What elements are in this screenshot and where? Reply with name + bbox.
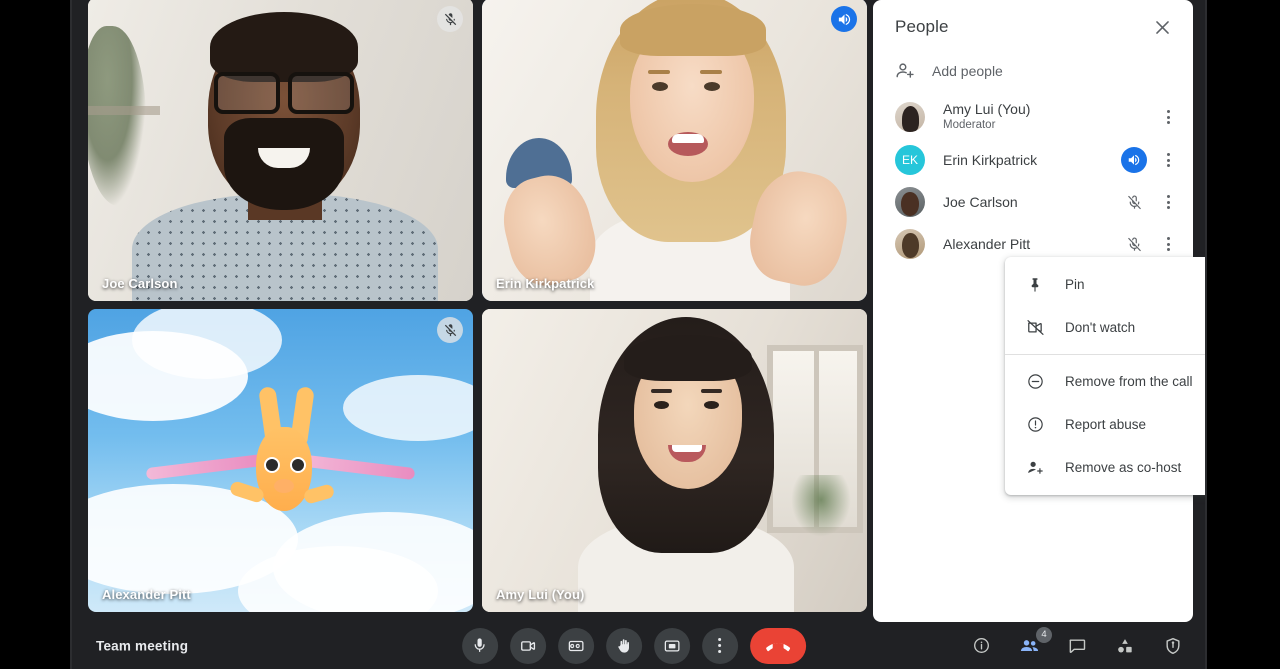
person-names: Joe Carlson [943, 194, 1121, 211]
person-names: Erin Kirkpatrick [943, 152, 1121, 169]
remove-circle-icon [1021, 372, 1049, 391]
mic-off-icon [437, 6, 463, 32]
tile-name-label: Amy Lui (You) [496, 587, 585, 602]
person-names: Alexander Pitt [943, 236, 1121, 253]
video-tile-erin-kirkpatrick[interactable]: Erin Kirkpatrick [482, 0, 867, 301]
avatar [895, 229, 925, 259]
video-feed-avatar [88, 309, 473, 612]
menu-item-report-abuse[interactable]: Report abuse [1005, 403, 1205, 446]
mic-off-icon [437, 317, 463, 343]
captions-button[interactable] [557, 627, 594, 664]
present-button[interactable] [653, 627, 690, 664]
right-controls: 4 [967, 626, 1187, 660]
tile-name-label: Joe Carlson [102, 276, 178, 291]
video-feed [482, 309, 867, 612]
menu-item-label: Pin [1065, 277, 1085, 292]
menu-item-label: Remove as co-host [1065, 460, 1182, 475]
menu-divider [1005, 354, 1205, 355]
tile-name-label: Erin Kirkpatrick [496, 276, 595, 291]
speaking-icon[interactable] [1121, 147, 1147, 173]
person-remove-icon [1021, 458, 1049, 477]
activities-button[interactable] [1111, 632, 1139, 660]
mic-off-icon [1121, 189, 1147, 215]
menu-item-remove-as-cohost[interactable]: Remove as co-host [1005, 446, 1205, 489]
google-meet-window: Joe Carlson Erin Kirkpatrick Alexander P… [70, 0, 1207, 669]
more-vert-icon[interactable] [1153, 145, 1183, 175]
person-names: Amy Lui (You) Moderator [943, 101, 1147, 133]
menu-item-remove-from-call[interactable]: Remove from the call [1005, 360, 1205, 403]
mic-off-icon [1121, 231, 1147, 257]
tile-name-label: Alexander Pitt [102, 587, 191, 602]
participant-count-badge: 4 [1036, 626, 1052, 643]
end-call-button[interactable] [749, 627, 806, 664]
menu-item-dont-watch[interactable]: Don't watch [1005, 306, 1205, 349]
menu-item-label: Remove from the call [1065, 374, 1193, 389]
close-icon[interactable] [1145, 10, 1179, 44]
person-row-erin-kirkpatrick[interactable]: EK Erin Kirkpatrick [873, 139, 1193, 181]
video-off-icon [1021, 318, 1049, 337]
person-add-icon [895, 60, 916, 81]
center-controls [461, 627, 806, 664]
report-icon [1021, 415, 1049, 434]
more-vert-icon[interactable] [1153, 187, 1183, 217]
person-name: Joe Carlson [943, 193, 1018, 210]
avatar [895, 102, 925, 132]
video-tile-alexander-pitt[interactable]: Alexander Pitt [88, 309, 473, 612]
video-tile-joe-carlson[interactable]: Joe Carlson [88, 0, 473, 301]
meeting-title: Team meeting [96, 638, 189, 653]
screen-letterbox: Joe Carlson Erin Kirkpatrick Alexander P… [0, 0, 1280, 669]
person-row-joe-carlson[interactable]: Joe Carlson [873, 181, 1193, 223]
avatar [895, 187, 925, 217]
pin-icon [1021, 276, 1049, 294]
video-grid: Joe Carlson Erin Kirkpatrick Alexander P… [72, 0, 877, 622]
panel-header: People [873, 0, 1193, 54]
add-people-button[interactable]: Add people [873, 54, 1193, 95]
microphone-button[interactable] [461, 627, 498, 664]
bottom-toolbar: Team meeting 4 [72, 622, 1205, 669]
show-everyone-button[interactable]: 4 [1015, 626, 1052, 660]
add-people-label: Add people [932, 62, 1003, 79]
more-options-button[interactable] [701, 627, 738, 664]
video-feed [482, 0, 867, 301]
avatar-initials: EK [895, 145, 925, 175]
person-name: Alexander Pitt [943, 235, 1031, 252]
video-feed [88, 0, 473, 301]
camera-button[interactable] [509, 627, 546, 664]
panel-title: People [895, 17, 949, 36]
menu-item-pin[interactable]: Pin [1005, 263, 1205, 306]
speaking-icon [831, 6, 857, 32]
more-vert-icon[interactable] [1153, 102, 1183, 132]
person-name: Amy Lui (You) [943, 101, 1031, 117]
person-name: Erin Kirkpatrick [943, 151, 1038, 168]
more-vert-icon[interactable] [1153, 229, 1183, 259]
meeting-details-button[interactable] [967, 632, 995, 660]
video-tile-amy-lui[interactable]: Amy Lui (You) [482, 309, 867, 612]
raise-hand-button[interactable] [605, 627, 642, 664]
participant-context-menu: Pin Don't watch Remove from the call Rep… [1005, 257, 1205, 495]
chat-button[interactable] [1063, 632, 1091, 660]
person-row-amy-lui[interactable]: Amy Lui (You) Moderator [873, 95, 1193, 139]
menu-item-label: Don't watch [1065, 320, 1136, 335]
menu-item-label: Report abuse [1065, 417, 1147, 432]
person-role: Moderator [943, 119, 996, 131]
host-controls-button[interactable] [1159, 632, 1187, 660]
